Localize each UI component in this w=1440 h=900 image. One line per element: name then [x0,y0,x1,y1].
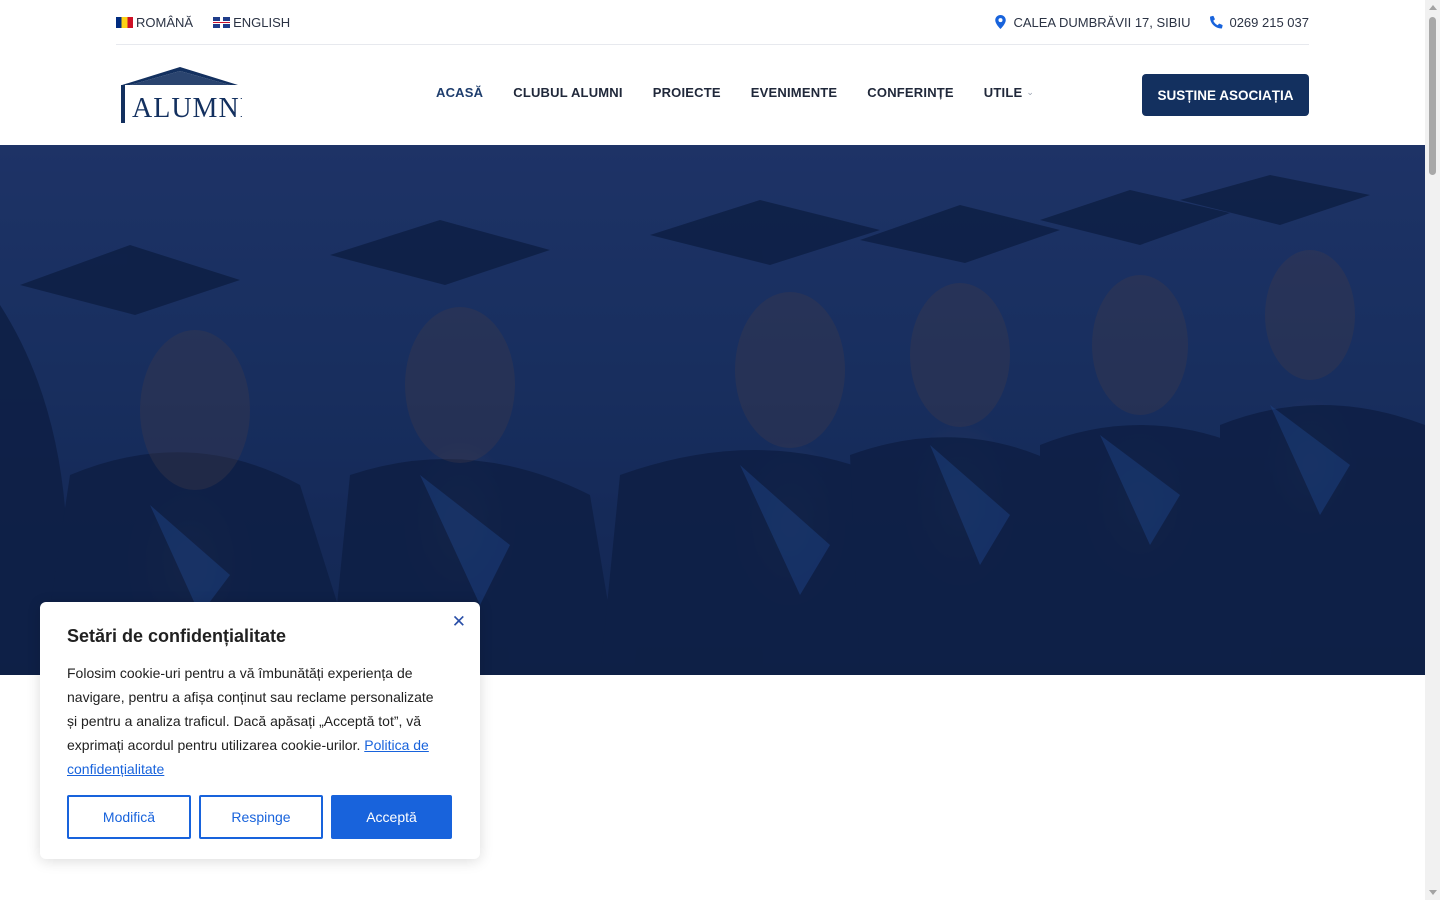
logo-text: ALUMNI [132,93,242,124]
nav-item-acasa[interactable]: ACASĂ [436,85,483,100]
alumni-logo[interactable]: ALUMNI [118,65,249,127]
nav-item-label: UTILE [983,85,1023,100]
address-text: CALEA DUMBRĂVII 17, SIBIU [1013,14,1191,30]
nav-item-label: CONFERINȚE [867,85,954,100]
scroll-up-arrow-icon[interactable] [1429,5,1437,10]
top-bar: ROMÂNĂ ENGLISH CALEA DUMBRĂVII 17, SIBIU… [116,0,1309,45]
nav-item-clubul-alumni[interactable]: CLUBUL ALUMNI [513,85,622,100]
close-icon[interactable]: ✕ [452,612,466,632]
page-scrollbar[interactable] [1425,0,1440,900]
language-english[interactable]: ENGLISH [213,15,290,30]
nav-item-evenimente[interactable]: EVENIMENTE [751,85,838,100]
nav-item-label: CLUBUL ALUMNI [513,85,623,100]
nav-item-label: EVENIMENTE [750,85,838,100]
chevron-down-icon: ⌄ [1026,87,1035,97]
reject-button[interactable]: Respinge [199,795,323,839]
map-pin-icon [995,15,1007,29]
modify-button[interactable]: Modifică [67,795,191,839]
scrollbar-thumb[interactable] [1429,17,1436,175]
logo-graphic: ALUMNI [121,67,249,124]
main-header: ALUMNI ACASĂ CLUBUL ALUMNI PROIECTE EVEN… [0,45,1425,145]
hero-banner [0,145,1425,675]
scroll-down-arrow-icon[interactable] [1429,890,1437,895]
main-nav: ACASĂ CLUBUL ALUMNI PROIECTE EVENIMENTE … [436,85,1034,100]
nav-item-label: ACASĂ [436,85,484,100]
language-romanian[interactable]: ROMÂNĂ [116,15,193,30]
cookie-dialog-title: Setări de confidențialitate [67,626,287,646]
support-association-button[interactable]: SUSȚINE ASOCIAȚIA [1142,74,1309,116]
romania-flag-icon [116,16,133,28]
nav-item-proiecte[interactable]: PROIECTE [653,85,721,100]
language-english-label: ENGLISH [233,14,291,30]
uk-flag-icon [213,16,231,28]
accept-button[interactable]: Acceptă [331,795,452,839]
contact-info: CALEA DUMBRĂVII 17, SIBIU 0269 215 037 [994,15,1309,30]
language-switcher: ROMÂNĂ ENGLISH [116,15,290,30]
cookie-actions: Modifică Respinge Acceptă [67,795,452,839]
nav-item-conferinte[interactable]: CONFERINȚE [867,85,954,100]
phone-text: 0269 215 037 [1229,14,1309,30]
cookie-consent-dialog: ✕ Setări de confidențialitate Folosim co… [40,602,480,859]
hero-overlay [0,145,1425,675]
language-romanian-label: ROMÂNĂ [136,14,194,30]
phone-icon [1210,15,1224,29]
phone-link[interactable]: 0269 215 037 [1210,15,1309,30]
nav-item-label: PROIECTE [652,85,721,100]
address-link[interactable]: CALEA DUMBRĂVII 17, SIBIU [994,15,1190,30]
cookie-dialog-body: Folosim cookie-uri pentru a vă îmbunătăț… [67,661,447,781]
nav-item-utile[interactable]: UTILE ⌄ [984,85,1034,100]
